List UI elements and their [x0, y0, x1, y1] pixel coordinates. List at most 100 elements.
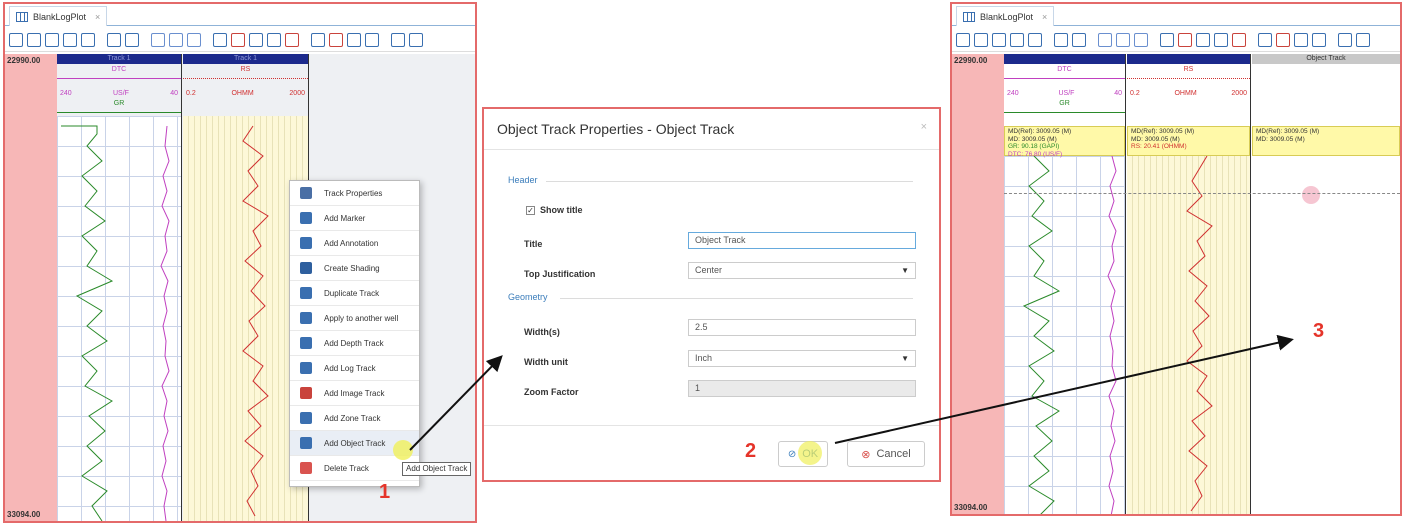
- menu-item-label: Add Depth Track: [324, 338, 384, 348]
- toolbar-button-19[interactable]: [365, 32, 379, 47]
- toolbar-button-20[interactable]: [1338, 32, 1352, 47]
- menu-item-duplicate[interactable]: Duplicate Track: [290, 281, 419, 306]
- toolbar-button-2[interactable]: [27, 32, 41, 47]
- toolbar-button-10[interactable]: [1134, 32, 1148, 47]
- width-unit-label: Width unit: [524, 357, 568, 367]
- toolbar-button-21[interactable]: [409, 32, 423, 47]
- toolbar-button-2[interactable]: [974, 32, 988, 47]
- toolbar-button-14[interactable]: [267, 32, 281, 47]
- track-2[interactable]: RS 0.2 OHMM 2000 MD(Ref): 3009.05 (M) MD…: [1127, 54, 1251, 514]
- object-track[interactable]: Object Track MD(Ref): 3009.05 (M) MD: 30…: [1252, 54, 1400, 514]
- info-md-ref: MD(Ref): 3009.05 (M): [1256, 128, 1320, 135]
- top-justification-select[interactable]: Center ▼: [688, 262, 916, 279]
- menu-item-image-track[interactable]: Add Image Track: [290, 381, 419, 406]
- gr-curve-name: GR: [113, 100, 125, 107]
- menu-item-shading[interactable]: Create Shading: [290, 256, 419, 281]
- toolbar-button-9[interactable]: [169, 32, 183, 47]
- toolbar-button-1[interactable]: [9, 32, 23, 47]
- rs-unit: OHMM: [231, 90, 254, 97]
- menu-item-log-track[interactable]: Add Log Track: [290, 356, 419, 381]
- toolbar-button-20[interactable]: [391, 32, 405, 47]
- toolbar-button-5[interactable]: [1028, 32, 1042, 47]
- cursor-highlight: [1302, 186, 1320, 204]
- dtc-curve-name: DTC: [111, 66, 127, 73]
- track-1[interactable]: DTC 240 US/F 40 GR MD(Ref): 3009.05 (M) …: [1004, 54, 1126, 514]
- toolbar-button-3[interactable]: [45, 32, 59, 47]
- menu-item-track-properties[interactable]: Track Properties: [290, 181, 419, 206]
- toolbar-button-21[interactable]: [1356, 32, 1370, 47]
- info-box-track-1: MD(Ref): 3009.05 (M) MD: 3009.05 (M) GR:…: [1004, 126, 1125, 158]
- dialog-close-icon[interactable]: ×: [921, 121, 927, 133]
- toolbar-button-8[interactable]: [151, 32, 165, 47]
- toolbar-button-15[interactable]: [1232, 32, 1246, 47]
- add-object-track-tooltip: Add Object Track: [402, 462, 472, 476]
- tab-blank-log-plot[interactable]: BlankLogPlot ×: [956, 6, 1055, 26]
- toolbar-button-4[interactable]: [1010, 32, 1024, 47]
- toolbar-button-10[interactable]: [187, 32, 201, 47]
- dropdown-arrow-icon: ▼: [901, 266, 909, 275]
- track-properties-icon: [300, 187, 312, 199]
- toolbar-button-12[interactable]: [1178, 32, 1192, 47]
- right-log-plot-window: BlankLogPlot × 22990.00 33094.00 DTC 240…: [950, 2, 1402, 516]
- show-title-checkbox[interactable]: ✓: [526, 206, 535, 215]
- menu-item-marker[interactable]: Add Marker: [290, 206, 419, 231]
- toolbar-button-6[interactable]: [107, 32, 121, 47]
- toolbar-button-18[interactable]: [347, 32, 361, 47]
- info-box-track-2: MD(Ref): 3009.05 (M) MD: 3009.05 (M) RS:…: [1127, 126, 1250, 156]
- menu-item-depth-track[interactable]: Add Depth Track: [290, 331, 419, 356]
- width-input[interactable]: 2.5: [688, 319, 916, 336]
- cursor-highlight: [393, 440, 413, 460]
- toolbar-button-12[interactable]: [231, 32, 245, 47]
- zoom-factor-input[interactable]: 1: [688, 380, 916, 397]
- toolbar-button-8[interactable]: [1098, 32, 1112, 47]
- dropdown-arrow-icon: ▼: [901, 354, 909, 363]
- toolbar-button-16[interactable]: [311, 32, 325, 47]
- tab-blank-log-plot[interactable]: BlankLogPlot ×: [9, 6, 108, 26]
- track-2-header: [1127, 54, 1250, 64]
- title-input[interactable]: Object Track: [688, 232, 916, 249]
- toolbar-button-1[interactable]: [956, 32, 970, 47]
- toolbar-button-16[interactable]: [1258, 32, 1272, 47]
- zoom-factor-label: Zoom Factor: [524, 387, 579, 397]
- track-2-grid: [1127, 126, 1250, 514]
- toolbar-button-6[interactable]: [1054, 32, 1068, 47]
- toolbar-button-11[interactable]: [1160, 32, 1174, 47]
- toolbar-button-15[interactable]: [285, 32, 299, 47]
- tab-label: BlankLogPlot: [980, 11, 1034, 22]
- rs-range-left: 0.2: [186, 90, 196, 97]
- check-circle-icon: ⊘: [787, 448, 797, 460]
- toolbar-button-9[interactable]: [1116, 32, 1130, 47]
- toolbar-button-13[interactable]: [249, 32, 263, 47]
- toolbar-button-14[interactable]: [1214, 32, 1228, 47]
- rs-curve-name: RS: [240, 66, 251, 73]
- depth-ruler: 22990.00 33094.00: [952, 54, 1004, 514]
- marker-icon: [300, 212, 312, 224]
- toolbar-button-19[interactable]: [1312, 32, 1326, 47]
- toolbar-button-11[interactable]: [213, 32, 227, 47]
- track-1-curves: [1022, 155, 1117, 514]
- info-md-ref: MD(Ref): 3009.05 (M): [1131, 128, 1195, 135]
- menu-item-annotation[interactable]: Add Annotation: [290, 231, 419, 256]
- menu-item-apply[interactable]: Apply to another well: [290, 306, 419, 331]
- menu-item-label: Create Shading: [324, 263, 380, 273]
- width-unit-select[interactable]: Inch ▼: [688, 350, 916, 367]
- toolbar-button-3[interactable]: [992, 32, 1006, 47]
- toolbar-button-4[interactable]: [63, 32, 77, 47]
- toolbar-button-5[interactable]: [81, 32, 95, 47]
- tab-close-icon[interactable]: ×: [1042, 12, 1047, 22]
- log-plot-icon: [16, 11, 28, 22]
- toolbar-button-17[interactable]: [329, 32, 343, 47]
- object-track-icon: [300, 437, 312, 449]
- rs-unit: OHMM: [1174, 90, 1197, 97]
- toolbar-button-17[interactable]: [1276, 32, 1290, 47]
- info-md: MD: 3009.05 (M): [1256, 135, 1305, 143]
- tab-close-icon[interactable]: ×: [95, 12, 100, 22]
- menu-item-delete-track[interactable]: Delete Track: [290, 456, 419, 481]
- cancel-button[interactable]: ⊗ Cancel: [847, 441, 925, 467]
- toolbar-button-7[interactable]: [125, 32, 139, 47]
- track-1[interactable]: Track 1 DTC 240 US/F 40 GR: [57, 54, 182, 521]
- menu-item-zone-track[interactable]: Add Zone Track: [290, 406, 419, 431]
- toolbar-button-18[interactable]: [1294, 32, 1308, 47]
- toolbar-button-7[interactable]: [1072, 32, 1086, 47]
- toolbar-button-13[interactable]: [1196, 32, 1210, 47]
